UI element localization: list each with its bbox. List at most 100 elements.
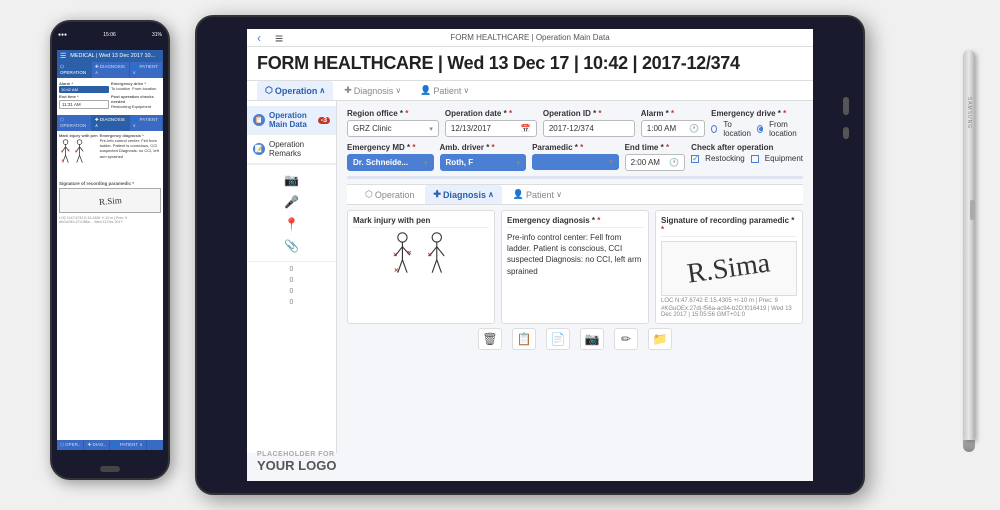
stylus-tip [963, 440, 975, 452]
phone-power-button[interactable] [168, 102, 170, 132]
radio-from-location[interactable] [757, 125, 763, 133]
tablet-vol-button[interactable] [843, 127, 849, 139]
edit-button[interactable]: ✏ [614, 328, 638, 350]
phone-vol-down-button[interactable] [50, 107, 52, 127]
copy-button[interactable]: 📋 [512, 328, 536, 350]
bottom-tab-patient[interactable]: 👤 Patient ∨ [505, 185, 570, 204]
chevron-down-icon: ∨ [395, 86, 401, 95]
phone-sig-text: R.Sim [98, 195, 122, 207]
phone-tabs-row1: ⬡ OPERATION ✚ DIAGNOSIS ∧ 👤 PATIENT ∨ [57, 62, 163, 78]
bottom-tab-operation[interactable]: ⬡ Operation [357, 185, 422, 204]
phone-bottom-tabs: ⬡ OPER.. ✚ DIAG.. 👤 PATIENT ∧ [57, 440, 163, 450]
menu-icon[interactable]: ≡ [275, 30, 283, 46]
region-office-input[interactable]: GRZ Clinic ▾ [347, 120, 439, 137]
dropdown-arrow: ▾ [429, 125, 433, 133]
sig-meta1: LOC N:47.6742 E:15.4305 +/-10 m | Prec: … [661, 298, 797, 304]
phone-diag-tabs: ⬡ OPERATION ✚ DIAGNOSIS ∧ 👤 PATIENT ∨ [57, 115, 163, 131]
checkbox-equipment[interactable] [751, 155, 759, 163]
op-date-label: Operation date * [445, 109, 537, 118]
mic-icon[interactable]: 🎤 [284, 195, 299, 209]
check-after-group: Check after operation Restocking Equipme… [691, 143, 803, 171]
emergency-radio-group: To location From location [711, 120, 803, 138]
tab-operation[interactable]: ⬡ Operation ∧ [257, 81, 333, 100]
phone-bot-tab-op[interactable]: ⬡ OPER.. [57, 440, 84, 450]
paramedic-group: Paramedic * ▾ [532, 143, 619, 171]
bottom-diag-chevron: ∧ [488, 190, 494, 199]
svg-text:×: × [394, 265, 399, 274]
chevron-up-icon: ∧ [319, 86, 325, 95]
sidebar-item-operation-main[interactable]: 📋 Operation Main Data -3 [247, 106, 336, 135]
phone-home-button[interactable] [100, 466, 120, 472]
equipment-check[interactable]: Equipment [132, 104, 151, 109]
signature-panel: Signature of recording paramedic * R.Sim… [655, 210, 803, 324]
phone-signal: ●●● [58, 32, 67, 38]
phone-vol-up-button[interactable] [50, 82, 52, 102]
op-date-input[interactable]: 12/13/2017 📅 [445, 120, 537, 137]
tablet-content: Region office * GRZ Clinic ▾ Operation d… [337, 101, 813, 453]
operation-id-group: Operation ID * 2017-12/374 [543, 109, 635, 138]
tab-patient[interactable]: 👤 Patient ∨ [412, 81, 477, 100]
phone-sig-area[interactable]: R.Sim [59, 188, 161, 213]
phone-bot-tab-diag[interactable]: ✚ DIAG.. [84, 440, 110, 450]
emerg-md-label: Emergency MD * [347, 143, 434, 152]
from-location[interactable]: From location [132, 86, 156, 91]
alarm-label: Alarm * [641, 109, 705, 118]
clock-icon: 🕐 [689, 124, 699, 133]
phone-status-bar: ●●● 15:06 31% [52, 22, 168, 48]
paramedic-input[interactable]: ▾ [532, 154, 619, 170]
phone-tab-operation[interactable]: ⬡ OPERATION [57, 62, 92, 78]
end-time-input[interactable]: 2:00 AM 🕐 [625, 154, 686, 171]
photo-button[interactable]: 📷 [580, 328, 604, 350]
tab-diagnosis[interactable]: ✚ Diagnosis ∨ [336, 81, 409, 100]
phone-sig-meta: LOC N:47.6742 E:15.4305 +/-10 m | Prec: … [57, 215, 163, 225]
emerg-md-input[interactable]: Dr. Schneide... ▾ [347, 154, 434, 171]
sidebar-icons-row: 📷 🎤 📍 📎 [247, 164, 336, 261]
tablet-header-label: FORM HEALTHCARE | Operation Main Data [450, 33, 609, 42]
phone-diag-tab-patient[interactable]: 👤 PATIENT ∨ [130, 115, 163, 131]
phone-time: 15:06 [103, 32, 116, 38]
attachment-icon[interactable]: 📎 [284, 239, 299, 253]
op-id-input[interactable]: 2017-12/374 [543, 120, 635, 137]
clock-icon2: 🕐 [669, 158, 679, 167]
emergency-drive-group: Emergency drive * To location From locat… [711, 109, 803, 138]
end-time-group: End time * 2:00 AM 🕐 [625, 143, 686, 171]
signature-title: Signature of recording paramedic * [661, 216, 797, 237]
tablet-tabs-row: ⬡ Operation ∧ ✚ Diagnosis ∨ 👤 Patient ∨ [247, 81, 813, 101]
phone-tab-diagnosis[interactable]: ✚ DIAGNOSIS ∧ [92, 62, 130, 78]
amb-driver-input[interactable]: Roth, F ▾ [440, 154, 527, 171]
counter2: 0 [290, 277, 294, 284]
back-button[interactable]: ‹ [257, 31, 261, 45]
amb-driver-group: Amb. driver * Roth, F ▾ [440, 143, 527, 171]
emergency-diagnosis-panel: Emergency diagnosis * Pre-info control c… [501, 210, 649, 324]
document-button[interactable]: 📄 [546, 328, 570, 350]
radio-to-location[interactable] [711, 125, 717, 133]
restocking-check[interactable]: Restocking [111, 104, 131, 109]
check-after-options: Restocking Equipment [691, 154, 803, 163]
alarm-value: 10:42 AM [59, 86, 109, 93]
delete-button[interactable]: 🗑 [478, 328, 502, 350]
checkbox-restocking[interactable] [691, 155, 699, 163]
phone-bot-tab-patient[interactable]: 👤 PATIENT ∧ [110, 440, 147, 450]
diagnosis-icon: ✚ [344, 85, 352, 96]
phone-diag-tab-diag[interactable]: ✚ DIAGNOSIS ∧ [92, 115, 130, 131]
action-bar: 🗑 📋 📄 📷 ✏ 📁 [347, 324, 803, 354]
bottom-tab-diagnosis[interactable]: ✚ Diagnosis ∧ [425, 185, 501, 204]
mark-injury-panel: Mark injury with pen [347, 210, 495, 324]
phone-tab-patient[interactable]: 👤 PATIENT ∨ [130, 62, 163, 78]
bottom-patient-icon: 👤 [513, 189, 524, 200]
hamburger-icon[interactable]: ☰ [60, 52, 66, 60]
to-location[interactable]: To location [111, 86, 130, 91]
svg-text:×: × [67, 148, 70, 152]
stylus-side-button[interactable] [970, 200, 975, 220]
sidebar-item-operation-remarks[interactable]: 📝 Operation Remarks [247, 135, 336, 164]
folder-button[interactable]: 📁 [648, 328, 672, 350]
svg-text:×: × [428, 249, 433, 258]
tab-operation-label: Operation [275, 86, 318, 96]
camera-icon[interactable]: 📷 [284, 173, 299, 187]
phone-diag-tab-op[interactable]: ⬡ OPERATION [57, 115, 92, 131]
tablet-main-title: FORM HEALTHCARE | Wed 13 Dec 17 | 10:42 … [257, 53, 803, 74]
signature-area[interactable]: R.Sima [661, 241, 797, 296]
tablet-power-button[interactable] [843, 97, 849, 115]
alarm-input[interactable]: 1:00 AM 🕐 [641, 120, 705, 137]
location-icon[interactable]: 📍 [284, 217, 299, 231]
